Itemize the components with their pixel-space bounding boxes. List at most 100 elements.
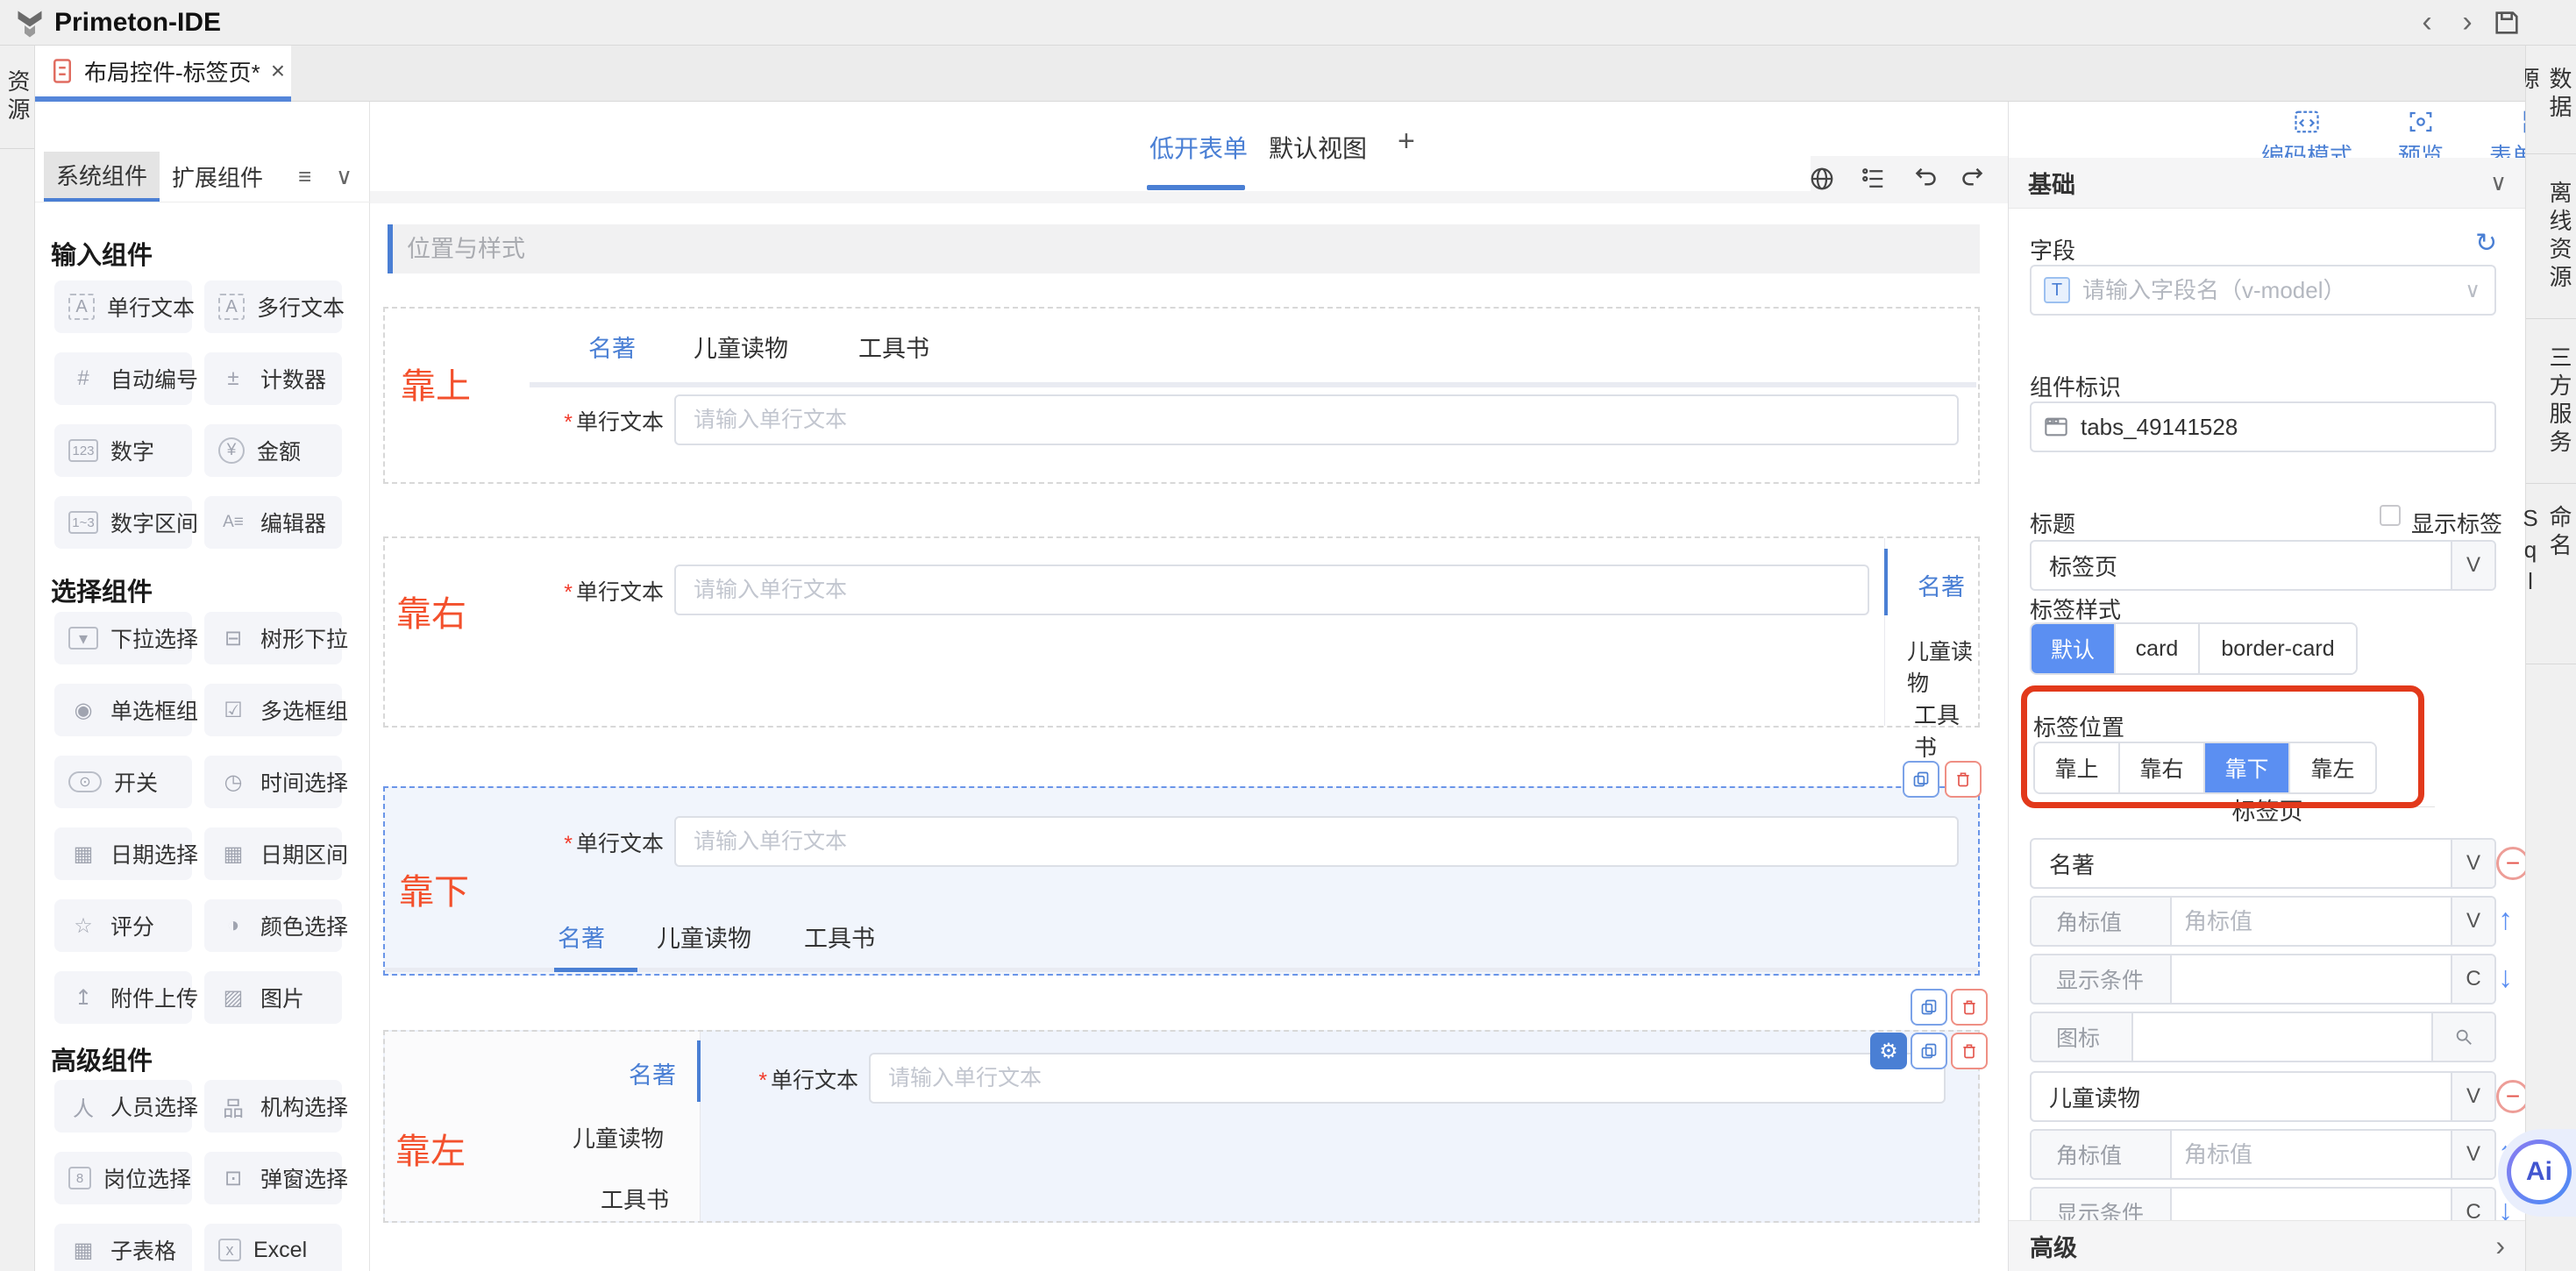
canvas-tab-mingzhu[interactable]: 名著: [558, 920, 605, 954]
title-input[interactable]: V: [2030, 540, 2496, 591]
nav-back-button[interactable]: ‹: [2409, 5, 2444, 39]
single-line-text-input[interactable]: [674, 564, 1869, 615]
collapse-panel-icon[interactable]: ∨: [336, 152, 352, 202]
delete-icon[interactable]: [1951, 989, 1988, 1026]
right-rail-item-namedsql[interactable]: 命名Sql: [2526, 484, 2576, 664]
tab-extended-components[interactable]: 扩展组件: [160, 152, 275, 202]
component-item[interactable]: 1~3 数字区间: [54, 496, 192, 549]
component-item[interactable]: A 单行文本: [54, 280, 192, 333]
inspector-section-advanced[interactable]: 高级 ›: [2009, 1220, 2526, 1271]
single-line-text-input[interactable]: [674, 394, 1959, 445]
canvas-section-left[interactable]: 名著 儿童读物 工具书 靠左 *单行文本 ⚙: [383, 1030, 1980, 1223]
canvas-tab-gongjushu[interactable]: 工具书: [804, 920, 875, 954]
i18n-globe-icon[interactable]: [1808, 165, 1836, 193]
tab-position-right[interactable]: 靠右: [2120, 743, 2205, 792]
variable-suffix-button[interactable]: V: [2451, 840, 2494, 887]
badge-value-input[interactable]: 角标值 V: [2030, 1129, 2496, 1180]
display-condition-input[interactable]: 显示条件 C: [2030, 954, 2496, 1005]
tab-icon-input[interactable]: 图标: [2030, 1012, 2496, 1062]
tab-position-bottom[interactable]: 靠下: [2205, 743, 2290, 792]
component-item[interactable]: ☆ 评分: [54, 899, 192, 952]
nav-forward-button[interactable]: ›: [2450, 5, 2485, 39]
component-item[interactable]: 8 岗位选择: [54, 1152, 192, 1204]
canvas-tab-mingzhu[interactable]: 名著: [588, 330, 636, 364]
variable-suffix-button[interactable]: V: [2451, 1073, 2494, 1120]
component-item[interactable]: ⊙ 开关: [54, 756, 192, 808]
component-item[interactable]: A 多行文本: [204, 280, 342, 333]
variable-suffix-button[interactable]: V: [2451, 898, 2494, 945]
undo-icon[interactable]: [1910, 165, 1938, 193]
gear-icon[interactable]: ⚙: [1870, 1033, 1907, 1069]
move-down-icon[interactable]: ↓: [2498, 962, 2513, 992]
right-rail-item-offline[interactable]: 离线资源: [2526, 154, 2576, 319]
canvas-tab-ertongduwu[interactable]: 儿童读物: [573, 1121, 664, 1154]
canvas-section-bottom-selected[interactable]: *单行文本 靠下 名著 儿童读物 工具书: [383, 786, 1980, 976]
field-select[interactable]: T ∨: [2030, 265, 2496, 316]
left-rail-item-resources[interactable]: 资源: [0, 46, 34, 149]
component-item[interactable]: ⊡ 弹窗选择: [204, 1152, 342, 1204]
component-item[interactable]: ¥ 金额: [204, 424, 342, 477]
canvas-tab-gongjushu[interactable]: 工具书: [858, 330, 929, 364]
component-item[interactable]: ▨ 图片: [204, 971, 342, 1024]
badge-value-input[interactable]: 角标值 V: [2030, 896, 2496, 947]
inspector-section-basic[interactable]: 基础 ∨: [2009, 158, 2526, 209]
canvas-tab-gongjushu[interactable]: 工具书: [1914, 698, 1978, 763]
single-line-text-input[interactable]: [674, 816, 1959, 867]
list-mode-icon[interactable]: ≡: [298, 152, 311, 202]
right-rail-item-datasource[interactable]: 数据源: [2526, 46, 2576, 154]
chevron-down-icon[interactable]: ∨: [2490, 169, 2507, 196]
component-item[interactable]: ↥ 附件上传: [54, 971, 192, 1024]
save-icon[interactable]: [2492, 8, 2522, 38]
tab-position-top[interactable]: 靠上: [2035, 743, 2120, 792]
component-item[interactable]: 123 数字: [54, 424, 192, 477]
delete-icon[interactable]: [1945, 761, 1982, 798]
component-item[interactable]: A≡ 编辑器: [204, 496, 342, 549]
component-item[interactable]: 人 人员选择: [54, 1080, 192, 1133]
canvas-section-right[interactable]: *单行文本 名著 儿童读物 工具书 靠右: [383, 536, 1980, 728]
canvas-tab-ertongduwu[interactable]: 儿童读物: [1907, 635, 1978, 698]
close-icon[interactable]: ×: [271, 57, 285, 85]
component-item[interactable]: ⊟ 树形下拉: [204, 612, 342, 664]
tab-name-input[interactable]: V: [2030, 1071, 2496, 1122]
copy-icon[interactable]: [1903, 761, 1939, 798]
tab-style-card[interactable]: card: [2116, 624, 2200, 673]
tab-name-input[interactable]: V: [2030, 838, 2496, 889]
component-item[interactable]: ▦ 日期区间: [204, 827, 342, 880]
copy-icon[interactable]: [1911, 989, 1947, 1026]
tab-position-left[interactable]: 靠左: [2290, 743, 2375, 792]
condition-suffix-button[interactable]: C: [2451, 955, 2494, 1003]
show-label-checkbox[interactable]: [2380, 505, 2401, 526]
component-item[interactable]: ☑ 多选框组: [204, 684, 342, 736]
variable-suffix-button[interactable]: V: [2451, 542, 2494, 589]
search-icon[interactable]: [2431, 1013, 2494, 1061]
component-item[interactable]: ▾ 下拉选择: [54, 612, 192, 664]
file-tab-active[interactable]: 布局控件-标签页* ×: [35, 46, 291, 102]
component-item[interactable]: ± 计数器: [204, 352, 342, 405]
component-item[interactable]: x Excel: [204, 1224, 342, 1271]
component-id-input[interactable]: [2030, 401, 2496, 452]
tab-system-components[interactable]: 系统组件: [44, 152, 160, 202]
add-view-button[interactable]: +: [1398, 124, 1415, 159]
canvas-tab-mingzhu[interactable]: 名著: [1918, 568, 1965, 602]
component-item[interactable]: 品 机构选择: [204, 1080, 342, 1133]
single-line-text-input[interactable]: [869, 1053, 1946, 1104]
ai-assistant-button[interactable]: Ai: [2507, 1140, 2572, 1204]
component-item[interactable]: ◑ 颜色选择: [204, 899, 342, 952]
component-item[interactable]: ◷ 时间选择: [204, 756, 342, 808]
delete-icon[interactable]: [1951, 1033, 1988, 1069]
redo-icon[interactable]: [1960, 165, 1989, 193]
canvas-tab-ertongduwu[interactable]: 儿童读物: [657, 920, 751, 954]
component-item[interactable]: ▦ 日期选择: [54, 827, 192, 880]
tab-style-border-card[interactable]: border-card: [2200, 624, 2356, 673]
canvas-tab-gongjushu[interactable]: 工具书: [601, 1182, 669, 1215]
tab-style-default[interactable]: 默认: [2032, 624, 2116, 673]
tab-default-view[interactable]: 默认视图: [1269, 130, 1367, 165]
canvas-tab-mingzhu[interactable]: 名著: [629, 1056, 676, 1090]
refresh-icon[interactable]: ↻: [2475, 228, 2497, 259]
outline-tree-icon[interactable]: [1859, 165, 1887, 193]
copy-icon[interactable]: [1911, 1033, 1947, 1069]
tab-lowcode-form[interactable]: 低开表单: [1149, 130, 1248, 165]
right-rail-item-thirdparty[interactable]: 三方服务: [2526, 319, 2576, 484]
canvas-tab-ertongduwu[interactable]: 儿童读物: [694, 330, 788, 364]
component-item[interactable]: ◉ 单选框组: [54, 684, 192, 736]
